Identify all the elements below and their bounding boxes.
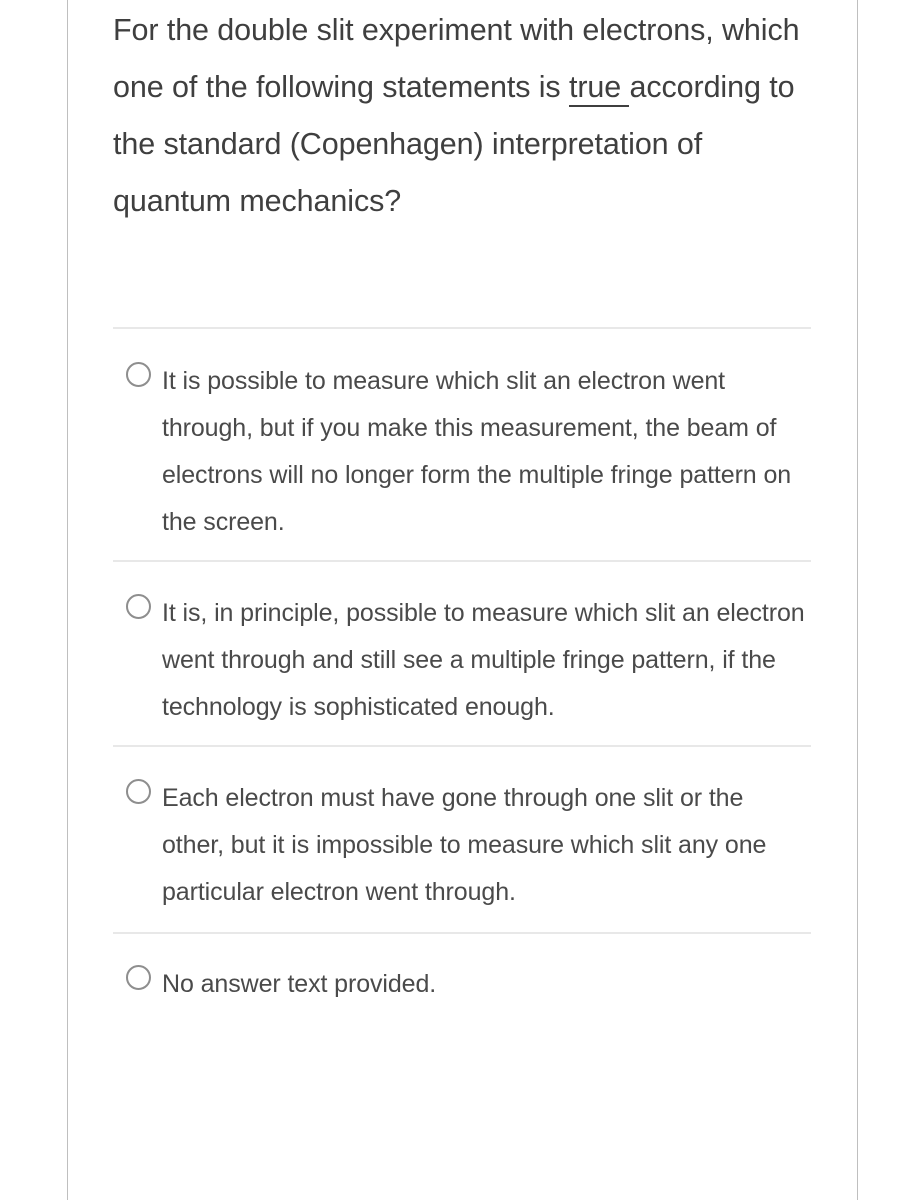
quiz-question-panel: For the double slit experiment with elec…	[0, 0, 924, 1200]
answer-option-2[interactable]: It is, in principle, possible to measure…	[113, 560, 811, 745]
answer-option-3-label: Each electron must have gone through one…	[162, 784, 767, 906]
radio-unchecked-icon[interactable]	[126, 362, 151, 387]
vertical-scrollbar-track[interactable]	[904, 0, 921, 1200]
question-emphasis-true: true	[568, 70, 630, 107]
answer-option-4-inner[interactable]: No answer text provided.	[113, 961, 811, 1008]
answer-option-3[interactable]: Each electron must have gone through one…	[113, 745, 811, 932]
answer-option-1[interactable]: It is possible to measure which slit an …	[113, 327, 811, 560]
answer-option-2-inner[interactable]: It is, in principle, possible to measure…	[113, 590, 811, 731]
answer-option-2-label: It is, in principle, possible to measure…	[162, 599, 805, 721]
answer-option-3-inner[interactable]: Each electron must have gone through one…	[113, 775, 811, 916]
radio-unchecked-icon[interactable]	[126, 779, 151, 804]
radio-unchecked-icon[interactable]	[126, 965, 151, 990]
panel-right-border	[857, 0, 858, 1200]
question-content-area: For the double slit experiment with elec…	[68, 0, 857, 1200]
answer-options-list: It is possible to measure which slit an …	[113, 327, 811, 1028]
answer-option-4-label: No answer text provided.	[162, 970, 437, 998]
answer-option-1-inner[interactable]: It is possible to measure which slit an …	[113, 358, 811, 546]
radio-unchecked-icon[interactable]	[126, 594, 151, 619]
question-prompt: For the double slit experiment with elec…	[113, 2, 813, 230]
answer-option-4[interactable]: No answer text provided.	[113, 932, 811, 1028]
answer-option-1-label: It is possible to measure which slit an …	[162, 367, 792, 536]
